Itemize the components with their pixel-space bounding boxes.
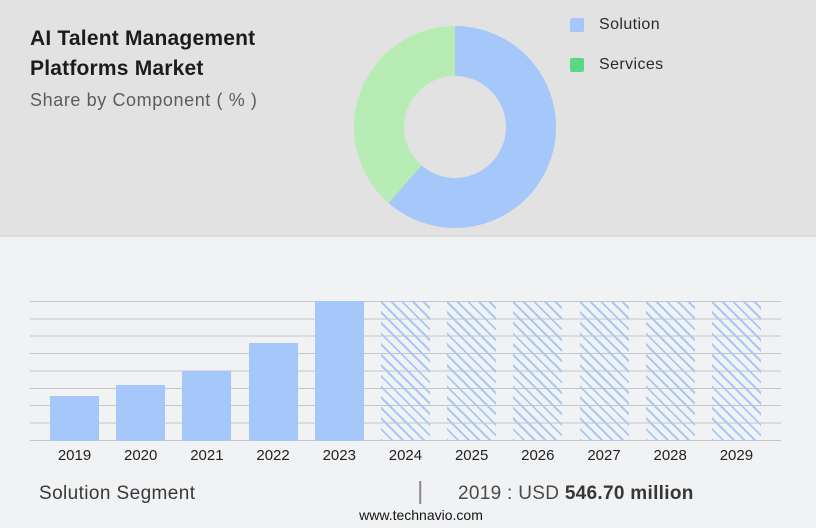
segment-label: Solution Segment	[39, 483, 195, 505]
services-swatch-icon	[570, 58, 584, 72]
x-axis-label-2021: 2021	[182, 447, 231, 464]
x-axis-label-2026: 2026	[513, 447, 562, 464]
page-title-line1: AI Talent Management	[30, 24, 258, 54]
x-axis-label-2024: 2024	[381, 447, 430, 464]
infographic-canvas: AI Talent Management Platforms Market Sh…	[0, 0, 816, 528]
donut-hole	[404, 76, 506, 178]
bar-2020	[116, 385, 165, 441]
x-axis-label-2019: 2019	[50, 447, 99, 464]
x-axis-label-2025: 2025	[447, 447, 496, 464]
bar-2028	[646, 301, 695, 441]
legend-label-solution: Solution	[599, 16, 660, 34]
bar-2024	[381, 301, 430, 441]
legend-item-services: Services	[570, 57, 664, 72]
donut-legend: Solution Services	[570, 17, 664, 97]
chart-subtitle: Share by Component ( % )	[30, 89, 258, 111]
page-title-line2: Platforms Market	[30, 54, 258, 84]
bar-2019	[50, 396, 99, 441]
legend-label-services: Services	[599, 56, 664, 74]
x-axis-label-2029: 2029	[712, 447, 761, 464]
market-value-prefix: 2019 : USD	[458, 483, 565, 504]
donut-chart	[354, 26, 556, 228]
bottom-section: 2019 2020 2021 2022 2023 2024 2025 2026 2027 2028…	[0, 237, 816, 528]
x-axis-label-2023: 2023	[315, 447, 364, 464]
bar-2021	[182, 371, 231, 441]
bar-2022	[249, 343, 298, 441]
website-url: www.technavio.com	[359, 507, 483, 523]
bar-chart-plot	[30, 301, 781, 441]
bar-2029	[712, 301, 761, 441]
legend-item-solution: Solution	[570, 17, 664, 32]
top-section: AI Talent Management Platforms Market Sh…	[0, 0, 816, 237]
x-axis-labels: 2019 2020 2021 2022 2023 2024 2025 2026 2027 2028…	[30, 447, 781, 464]
market-value-amount: 546.70 million	[565, 483, 694, 504]
solution-swatch-icon	[570, 18, 584, 32]
x-axis-label-2027: 2027	[580, 447, 629, 464]
bar-2023	[315, 301, 364, 441]
divider-bar: |	[417, 477, 424, 505]
bar-2027	[580, 301, 629, 441]
bar-series	[30, 301, 781, 441]
market-value: 2019 : USD 546.70 million	[458, 483, 694, 505]
bar-2026	[513, 301, 562, 441]
x-axis-label-2020: 2020	[116, 447, 165, 464]
bar-2025	[447, 301, 496, 441]
title-block: AI Talent Management Platforms Market Sh…	[30, 24, 258, 111]
x-axis-label-2022: 2022	[249, 447, 298, 464]
x-axis-label-2028: 2028	[646, 447, 695, 464]
